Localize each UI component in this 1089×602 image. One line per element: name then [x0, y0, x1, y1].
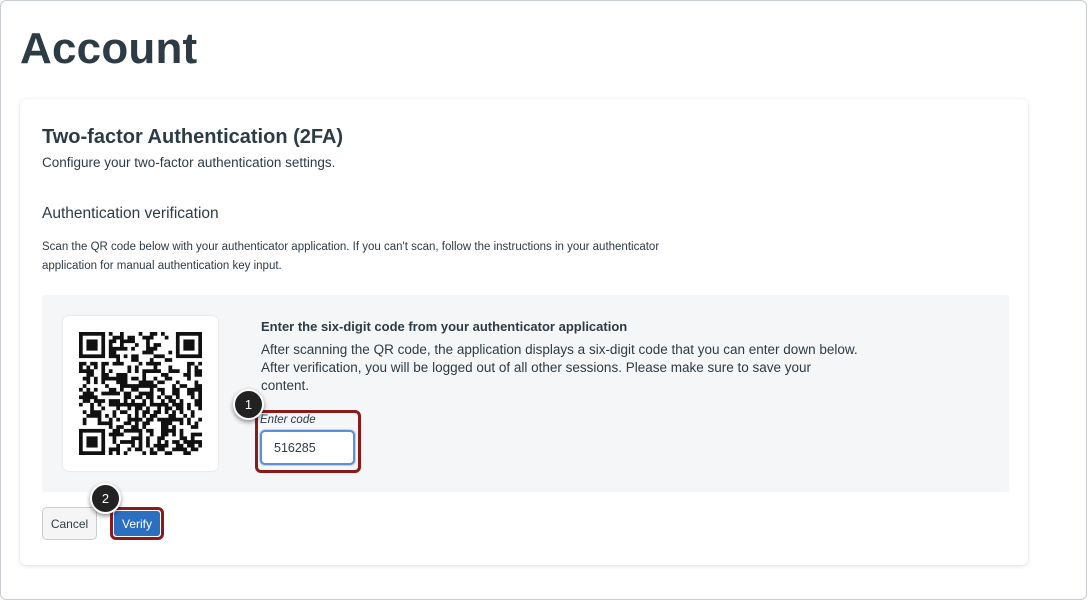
qr-code-icon: [79, 332, 202, 455]
cancel-button[interactable]: Cancel: [42, 507, 97, 540]
verification-instructions: Scan the QR code below with your authent…: [42, 241, 660, 272]
qr-code-container: [63, 316, 218, 471]
twofa-subtitle: Configure your two-factor authentication…: [42, 155, 336, 170]
step-badge-1: 1: [233, 389, 264, 420]
code-input[interactable]: [260, 430, 355, 465]
verify-button[interactable]: Verify: [114, 511, 160, 536]
verification-panel: Enter the six-digit code from your authe…: [42, 295, 1009, 492]
twofa-card: Two-factor Authentication (2FA) Configur…: [20, 99, 1028, 565]
page-title: Account: [20, 24, 198, 73]
step-badge-2: 2: [90, 483, 121, 514]
code-entry-description: After scanning the QR code, the applicat…: [261, 342, 858, 393]
code-entry-title: Enter the six-digit code from your authe…: [261, 319, 628, 334]
code-input-label: Enter code: [260, 414, 316, 426]
verification-heading: Authentication verification: [42, 205, 219, 222]
twofa-title: Two-factor Authentication (2FA): [42, 126, 344, 148]
